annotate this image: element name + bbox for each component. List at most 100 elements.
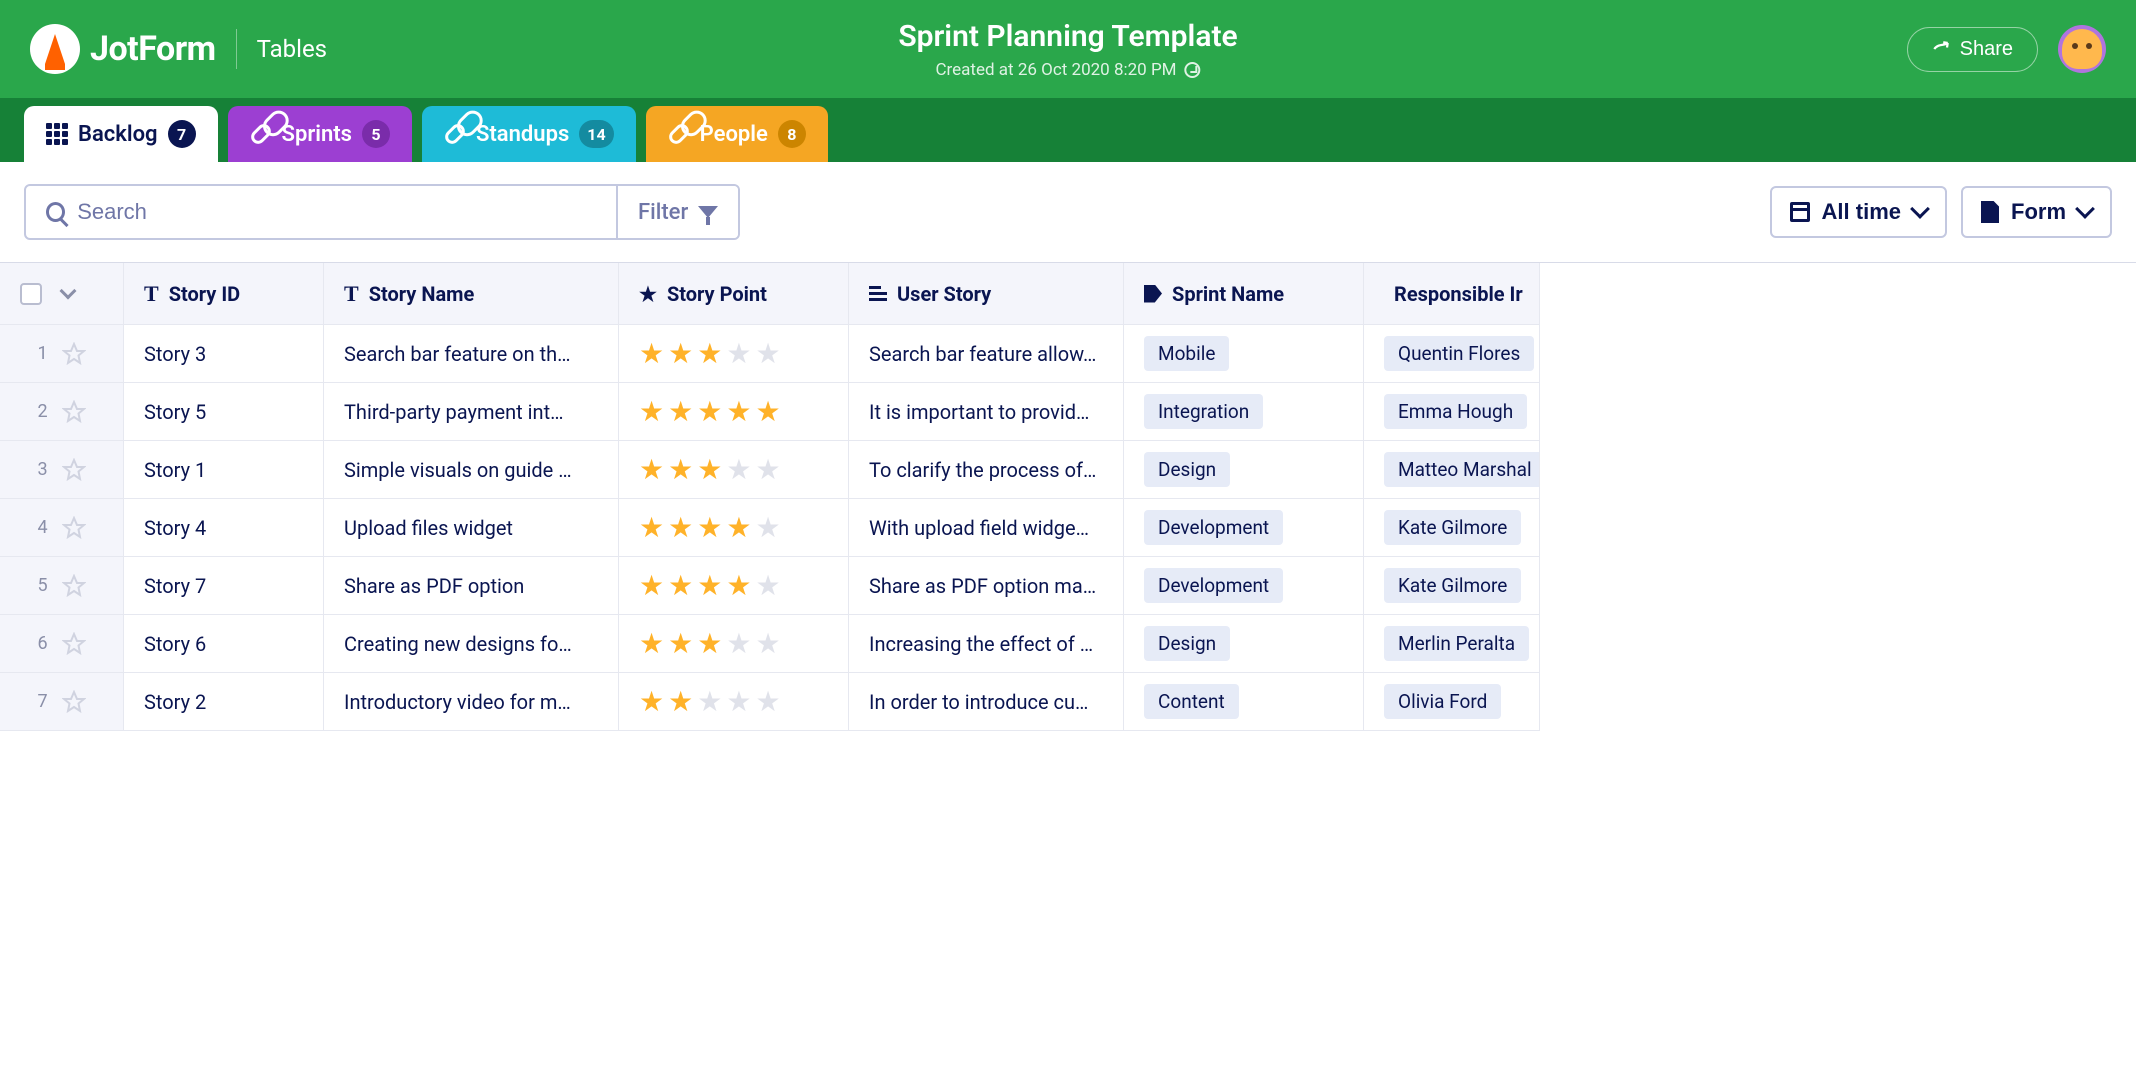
star-icon[interactable]: ★ bbox=[697, 511, 722, 544]
star-icon[interactable]: ★ bbox=[755, 627, 780, 660]
sprint-chip[interactable]: Integration bbox=[1144, 394, 1263, 429]
cell-sprint-name[interactable]: Development bbox=[1124, 499, 1364, 557]
star-rating[interactable]: ★★★★★ bbox=[639, 337, 781, 370]
star-icon[interactable]: ★ bbox=[668, 569, 693, 602]
person-chip[interactable]: Matteo Marshal bbox=[1384, 452, 1540, 487]
cell-user-story[interactable]: It is important to provid… bbox=[849, 383, 1124, 441]
cell-story-name[interactable]: Share as PDF option bbox=[324, 557, 619, 615]
favorite-star-icon[interactable] bbox=[62, 516, 86, 540]
cell-story-id[interactable]: Story 1 bbox=[124, 441, 324, 499]
cell-story-point[interactable]: ★★★★★ bbox=[619, 441, 849, 499]
favorite-star-icon[interactable] bbox=[62, 690, 86, 714]
time-range-dropdown[interactable]: All time bbox=[1770, 186, 1947, 238]
star-icon[interactable]: ★ bbox=[639, 627, 664, 660]
star-rating[interactable]: ★★★★★ bbox=[639, 569, 781, 602]
sprint-chip[interactable]: Mobile bbox=[1144, 336, 1229, 371]
select-all-checkbox[interactable] bbox=[20, 283, 42, 305]
star-rating[interactable]: ★★★★★ bbox=[639, 453, 781, 486]
cell-story-id[interactable]: Story 4 bbox=[124, 499, 324, 557]
sprint-chip[interactable]: Content bbox=[1144, 684, 1239, 719]
star-icon[interactable]: ★ bbox=[726, 337, 751, 370]
cell-responsible[interactable]: Matteo Marshal bbox=[1364, 441, 1540, 499]
row-num-cell[interactable]: 2 bbox=[0, 383, 124, 441]
star-icon[interactable]: ★ bbox=[726, 685, 751, 718]
cell-story-point[interactable]: ★★★★★ bbox=[619, 325, 849, 383]
col-user-story[interactable]: User Story bbox=[849, 263, 1124, 325]
sprint-chip[interactable]: Design bbox=[1144, 452, 1230, 487]
cell-user-story[interactable]: In order to introduce cu… bbox=[849, 673, 1124, 731]
star-icon[interactable]: ★ bbox=[697, 627, 722, 660]
star-icon[interactable]: ★ bbox=[697, 337, 722, 370]
cell-sprint-name[interactable]: Design bbox=[1124, 615, 1364, 673]
cell-story-point[interactable]: ★★★★★ bbox=[619, 673, 849, 731]
star-icon[interactable]: ★ bbox=[697, 685, 722, 718]
cell-user-story[interactable]: Increasing the effect of … bbox=[849, 615, 1124, 673]
row-num-cell[interactable]: 5 bbox=[0, 557, 124, 615]
star-rating[interactable]: ★★★★★ bbox=[639, 511, 781, 544]
cell-story-name[interactable]: Upload files widget bbox=[324, 499, 619, 557]
tab-sprints[interactable]: Sprints 5 bbox=[228, 106, 412, 162]
cell-story-id[interactable]: Story 3 bbox=[124, 325, 324, 383]
cell-responsible[interactable]: Quentin Flores bbox=[1364, 325, 1540, 383]
cell-story-name[interactable]: Introductory video for m… bbox=[324, 673, 619, 731]
cell-story-id[interactable]: Story 5 bbox=[124, 383, 324, 441]
cell-story-point[interactable]: ★★★★★ bbox=[619, 383, 849, 441]
search-box[interactable] bbox=[26, 186, 616, 238]
col-story-id[interactable]: TStory ID bbox=[124, 263, 324, 325]
tab-people[interactable]: People 8 bbox=[646, 106, 828, 162]
star-icon[interactable]: ★ bbox=[697, 453, 722, 486]
cell-responsible[interactable]: Merlin Peralta bbox=[1364, 615, 1540, 673]
row-num-cell[interactable]: 6 bbox=[0, 615, 124, 673]
favorite-star-icon[interactable] bbox=[62, 574, 86, 598]
cell-user-story[interactable]: Search bar feature allow… bbox=[849, 325, 1124, 383]
header-select[interactable] bbox=[0, 263, 124, 325]
star-icon[interactable]: ★ bbox=[639, 511, 664, 544]
favorite-star-icon[interactable] bbox=[62, 458, 86, 482]
star-icon[interactable]: ★ bbox=[668, 337, 693, 370]
cell-sprint-name[interactable]: Development bbox=[1124, 557, 1364, 615]
sprint-chip[interactable]: Development bbox=[1144, 568, 1283, 603]
person-chip[interactable]: Emma Hough bbox=[1384, 394, 1527, 429]
star-rating[interactable]: ★★★★★ bbox=[639, 395, 781, 428]
star-icon[interactable]: ★ bbox=[755, 511, 780, 544]
row-num-cell[interactable]: 4 bbox=[0, 499, 124, 557]
star-icon[interactable]: ★ bbox=[726, 453, 751, 486]
cell-sprint-name[interactable]: Design bbox=[1124, 441, 1364, 499]
person-chip[interactable]: Olivia Ford bbox=[1384, 684, 1501, 719]
star-icon[interactable]: ★ bbox=[755, 569, 780, 602]
cell-story-point[interactable]: ★★★★★ bbox=[619, 557, 849, 615]
col-story-point[interactable]: ★Story Point bbox=[619, 263, 849, 325]
cell-responsible[interactable]: Kate Gilmore bbox=[1364, 499, 1540, 557]
star-icon[interactable]: ★ bbox=[726, 511, 751, 544]
cell-story-point[interactable]: ★★★★★ bbox=[619, 499, 849, 557]
star-icon[interactable]: ★ bbox=[726, 627, 751, 660]
star-rating[interactable]: ★★★★★ bbox=[639, 685, 781, 718]
share-button[interactable]: Share bbox=[1907, 27, 2038, 72]
tab-standups[interactable]: Standups 14 bbox=[422, 106, 636, 162]
col-sprint-name[interactable]: Sprint Name bbox=[1124, 263, 1364, 325]
filter-button[interactable]: Filter bbox=[616, 186, 738, 238]
person-chip[interactable]: Merlin Peralta bbox=[1384, 626, 1529, 661]
star-icon[interactable]: ★ bbox=[697, 395, 722, 428]
cell-sprint-name[interactable]: Integration bbox=[1124, 383, 1364, 441]
cell-story-name[interactable]: Third-party payment int… bbox=[324, 383, 619, 441]
tab-backlog[interactable]: Backlog 7 bbox=[24, 106, 218, 162]
favorite-star-icon[interactable] bbox=[62, 400, 86, 424]
logo[interactable]: JotForm bbox=[30, 24, 216, 74]
cell-story-id[interactable]: Story 6 bbox=[124, 615, 324, 673]
star-icon[interactable]: ★ bbox=[639, 569, 664, 602]
search-input[interactable] bbox=[77, 199, 596, 225]
person-chip[interactable]: Kate Gilmore bbox=[1384, 568, 1521, 603]
form-dropdown[interactable]: Form bbox=[1961, 186, 2112, 238]
cell-story-name[interactable]: Creating new designs fo… bbox=[324, 615, 619, 673]
row-num-cell[interactable]: 3 bbox=[0, 441, 124, 499]
star-icon[interactable]: ★ bbox=[726, 569, 751, 602]
cell-story-id[interactable]: Story 2 bbox=[124, 673, 324, 731]
col-story-name[interactable]: TStory Name bbox=[324, 263, 619, 325]
star-icon[interactable]: ★ bbox=[668, 685, 693, 718]
cell-story-name[interactable]: Search bar feature on th… bbox=[324, 325, 619, 383]
favorite-star-icon[interactable] bbox=[62, 342, 86, 366]
cell-responsible[interactable]: Olivia Ford bbox=[1364, 673, 1540, 731]
cell-sprint-name[interactable]: Mobile bbox=[1124, 325, 1364, 383]
star-icon[interactable]: ★ bbox=[697, 569, 722, 602]
